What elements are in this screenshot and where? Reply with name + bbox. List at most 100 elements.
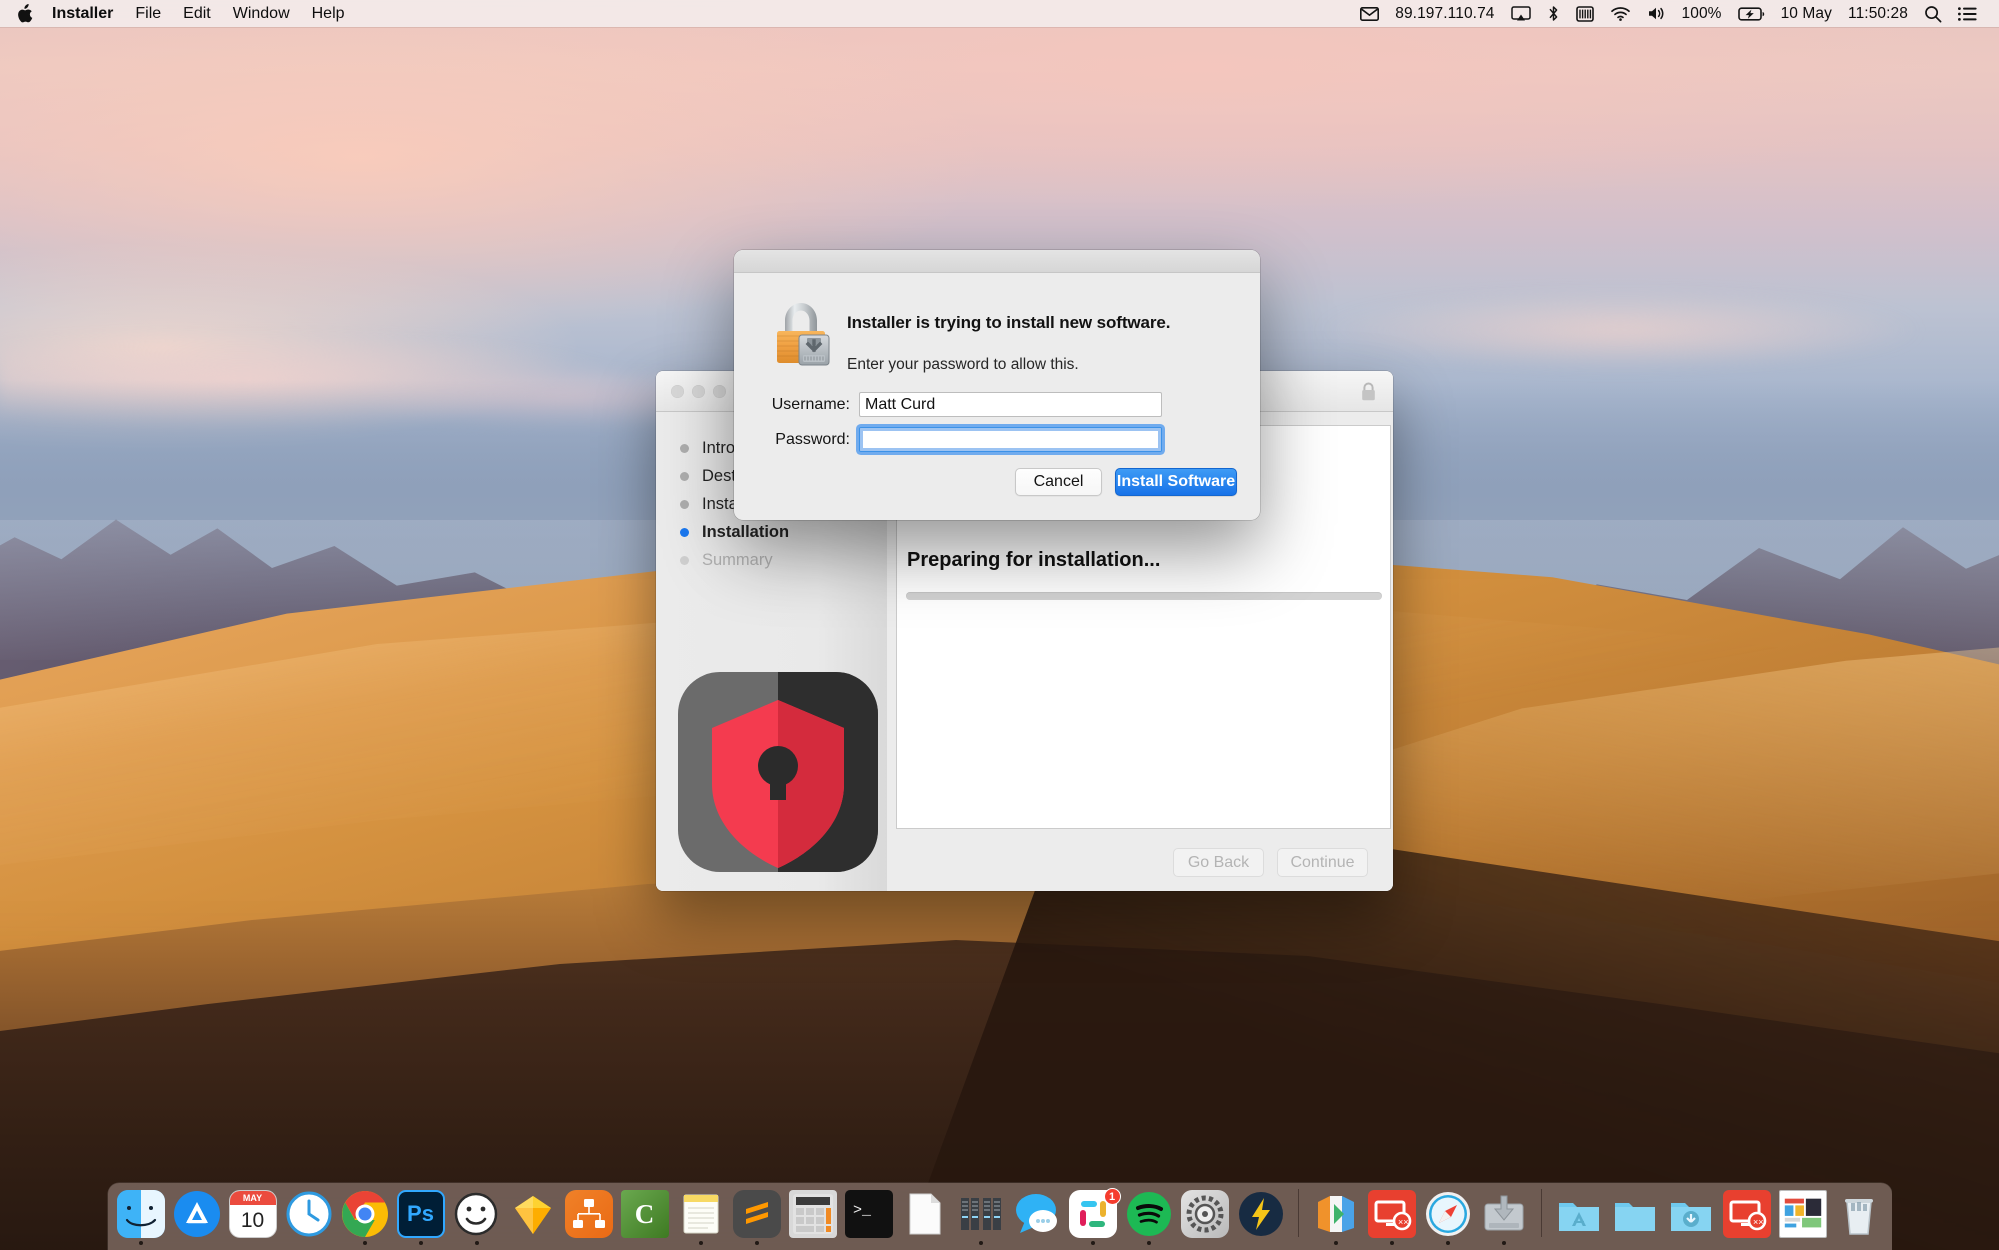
battery-charging-icon[interactable] (1730, 6, 1773, 21)
display-brightness-icon[interactable] (1568, 5, 1602, 22)
calendar-month: MAY (229, 1191, 276, 1205)
svg-text:××: ×× (1753, 1217, 1764, 1227)
running-indicator (1577, 1241, 1581, 1245)
dock-item-notes[interactable] (677, 1187, 725, 1245)
running-indicator (1333, 1241, 1338, 1245)
minimize-button[interactable] (692, 385, 705, 398)
svg-text:××: ×× (1398, 1217, 1409, 1227)
dock-item-google-chrome[interactable] (341, 1187, 389, 1245)
menu-installer[interactable]: Installer (41, 0, 124, 27)
dialog-buttons: Cancel Install Software (1015, 468, 1237, 496)
running-indicator (1857, 1241, 1861, 1245)
dock-separator (1297, 1189, 1299, 1237)
dock-item-orgchart-app[interactable] (564, 1187, 613, 1245)
desktop: Installer File Edit Window Help 89.197.1… (0, 0, 1999, 1250)
volume-icon[interactable] (1639, 6, 1674, 21)
dock-item-smiley-app[interactable] (453, 1187, 501, 1245)
dock-item-applications-folder[interactable] (1555, 1187, 1603, 1245)
dialog-subtitle: Enter your password to allow this. (847, 356, 1079, 373)
step-label: Summary (702, 550, 773, 569)
dock-item-sublime-text[interactable] (732, 1187, 781, 1245)
password-label: Password: (775, 430, 850, 448)
dock-item-calculator[interactable] (788, 1187, 837, 1245)
step-dot (680, 555, 689, 565)
dock-item-system-preferences[interactable] (1180, 1187, 1229, 1245)
running-indicator (1633, 1241, 1637, 1245)
dock-item-sketch[interactable] (509, 1187, 557, 1245)
menu-bar-time[interactable]: 11:50:28 (1840, 0, 1916, 27)
running-indicator (1689, 1241, 1693, 1245)
battery-percent[interactable]: 100% (1674, 0, 1730, 27)
running-indicator (1259, 1241, 1263, 1245)
menu-edit[interactable]: Edit (172, 0, 222, 27)
authorization-dialog: Installer is trying to install new softw… (734, 250, 1260, 520)
dock-item-trash[interactable] (1835, 1187, 1883, 1245)
airplay-icon[interactable] (1503, 5, 1539, 22)
dock-item-safari[interactable] (1424, 1187, 1472, 1245)
wifi-icon[interactable] (1602, 6, 1639, 21)
svg-text:>_: >_ (853, 1202, 872, 1219)
dock-item-downloads-folder[interactable] (1667, 1187, 1715, 1245)
dock-item-finder[interactable] (116, 1187, 165, 1245)
shield-keyhole-app-icon (678, 672, 878, 877)
username-input[interactable] (859, 392, 1162, 417)
dock-item-remote-desktop[interactable]: ×× (1367, 1187, 1416, 1245)
installation-progress-bar (906, 592, 1382, 600)
dock-item-server[interactable] (957, 1187, 1005, 1245)
menu-bar-date[interactable]: 10 May (1773, 0, 1840, 27)
dock: MAY 10 Ps C >_ 1 ×× ×× (107, 1183, 1892, 1250)
dock-separator (1540, 1189, 1542, 1237)
dock-item-adobe-photoshop[interactable]: Ps (396, 1187, 445, 1245)
dock-item-terminal[interactable]: >_ (844, 1187, 893, 1245)
spotlight-search-icon[interactable] (1916, 5, 1950, 23)
mail-icon[interactable] (1352, 6, 1387, 21)
running-indicator (307, 1241, 311, 1245)
continue-button[interactable]: Continue (1277, 848, 1368, 877)
dock-item-screenshot-stack[interactable] (1778, 1187, 1827, 1245)
running-indicator (811, 1241, 815, 1245)
running-indicator (195, 1241, 199, 1245)
running-indicator (362, 1241, 367, 1245)
zoom-button[interactable] (713, 385, 726, 398)
cancel-button[interactable]: Cancel (1015, 468, 1102, 496)
calendar-day: 10 (240, 1209, 265, 1232)
apple-logo-icon[interactable] (16, 3, 33, 24)
dock-item-documents-folder[interactable] (1611, 1187, 1659, 1245)
close-button[interactable] (671, 385, 684, 398)
running-indicator (1801, 1241, 1805, 1245)
menu-file[interactable]: File (124, 0, 172, 27)
running-indicator (251, 1241, 255, 1245)
running-indicator (1203, 1241, 1207, 1245)
running-indicator (978, 1241, 983, 1245)
dialog-content: Installer is trying to install new softw… (734, 273, 1260, 520)
ip-address-status[interactable]: 89.197.110.74 (1387, 0, 1502, 27)
running-indicator (1090, 1241, 1095, 1245)
dock-item-camtasia[interactable]: C (620, 1187, 669, 1245)
running-indicator (923, 1241, 927, 1245)
go-back-button[interactable]: Go Back (1173, 848, 1264, 877)
dialog-heading: Installer is trying to install new softw… (847, 313, 1171, 332)
window-traffic-lights (671, 385, 726, 398)
install-software-button[interactable]: Install Software (1115, 468, 1237, 496)
dock-item-calendar[interactable]: MAY 10 (228, 1187, 277, 1245)
dock-item-slack[interactable]: 1 (1068, 1187, 1121, 1245)
menu-window[interactable]: Window (222, 0, 301, 27)
dock-item-textedit[interactable] (901, 1187, 949, 1245)
dock-item-kite-app[interactable] (1312, 1187, 1360, 1245)
menu-help[interactable]: Help (301, 0, 356, 27)
running-indicator (1035, 1241, 1039, 1245)
dock-item-installer[interactable] (1480, 1187, 1528, 1245)
running-indicator (531, 1241, 535, 1245)
running-indicator (1745, 1241, 1749, 1245)
dock-item-clock[interactable] (285, 1187, 333, 1245)
dock-item-spotify[interactable] (1125, 1187, 1173, 1245)
dock-item-remote-desktop-file[interactable]: ×× (1722, 1187, 1771, 1245)
lock-with-download-badge-icon (767, 297, 835, 369)
bluetooth-icon[interactable] (1539, 5, 1568, 22)
running-indicator (474, 1241, 479, 1245)
dock-item-app-store[interactable] (173, 1187, 221, 1245)
dock-item-lightning-app[interactable] (1237, 1187, 1285, 1245)
dock-item-messages[interactable] (1013, 1187, 1061, 1245)
notification-center-icon[interactable] (1950, 6, 1985, 21)
password-input[interactable] (859, 427, 1162, 452)
